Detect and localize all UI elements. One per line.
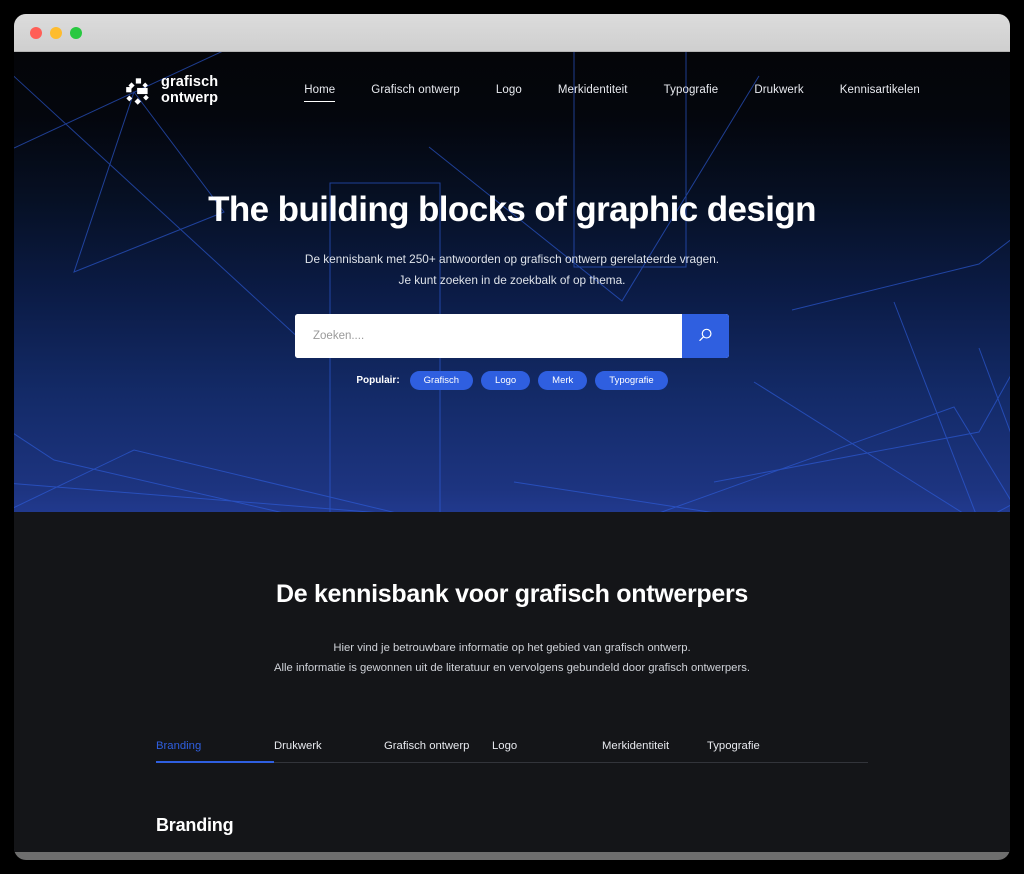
nav-item-typografie[interactable]: Typografie [664, 81, 719, 101]
knowledge-base-section: De kennisbank voor grafisch ontwerpers H… [14, 512, 1010, 852]
category-tabs: Branding Drukwerk Grafisch ontwerp Logo … [156, 740, 868, 764]
browser-window: grafisch ontwerp Home Grafisch ontwerp L… [14, 14, 1010, 860]
search-input[interactable] [295, 313, 682, 358]
close-window-button[interactable] [30, 26, 42, 39]
hero-subtitle: De kennisbank met 250+ antwoorden op gra… [14, 249, 1010, 290]
hero-content: The building blocks of graphic design De… [14, 130, 1010, 390]
popular-tag-logo[interactable]: Logo [481, 370, 531, 390]
knowledge-subtitle-line-2: Alle informatie is gewonnen uit de liter… [273, 662, 750, 675]
search-bar [295, 313, 729, 358]
knowledge-title: De kennisbank voor grafisch ontwerpers [275, 580, 749, 608]
popular-tag-merk[interactable]: Merk [538, 370, 588, 390]
maximize-window-button[interactable] [70, 26, 82, 39]
tab-drukwerk[interactable]: Drukwerk [274, 740, 384, 762]
minimize-window-button[interactable] [50, 26, 62, 39]
nav-item-kennisartikelen[interactable]: Kennisartikelen [840, 81, 920, 101]
hero-subtitle-line-2: Je kunt zoeken in de zoekbalk of op them… [398, 272, 626, 287]
hero-title: The building blocks of graphic design [208, 190, 816, 229]
popular-tag-typografie[interactable]: Typografie [595, 370, 668, 390]
article-panel: Branding Branding is het proces waarbij … [156, 763, 868, 852]
main-navigation: Home Grafisch ontwerp Logo Merkidentitei… [304, 81, 920, 102]
nav-item-logo[interactable]: Logo [496, 81, 522, 101]
traffic-light-controls [30, 26, 82, 39]
brand-wordmark: grafisch ontwerp [161, 75, 218, 106]
article-title: Branding [156, 815, 234, 836]
tab-logo[interactable]: Logo [492, 740, 602, 762]
site-header: grafisch ontwerp Home Grafisch ontwerp L… [14, 52, 1010, 130]
tab-typografie[interactable]: Typografie [707, 740, 868, 762]
search-icon [699, 329, 712, 342]
grafisch-ontwerp-logo-icon [126, 78, 149, 105]
tab-grafisch-ontwerp[interactable]: Grafisch ontwerp [384, 740, 492, 762]
nav-item-home[interactable]: Home [304, 81, 336, 102]
popular-tags-row: Populair: Grafisch Logo Merk Typografie [14, 370, 1010, 390]
window-titlebar [14, 14, 1010, 52]
tab-merkidentiteit[interactable]: Merkidentiteit [602, 740, 707, 762]
nav-item-drukwerk[interactable]: Drukwerk [754, 81, 803, 101]
search-submit-button[interactable] [682, 313, 729, 358]
knowledge-subtitle-line-1: Hier vind je betrouwbare informatie op h… [333, 642, 691, 654]
popular-tag-grafisch[interactable]: Grafisch [409, 370, 474, 390]
knowledge-subtitle: Hier vind je betrouwbare informatie op h… [14, 638, 1010, 678]
hero-section: grafisch ontwerp Home Grafisch ontwerp L… [14, 52, 1010, 512]
brand-logo-link[interactable]: grafisch ontwerp [124, 75, 218, 106]
brand-line-2: ontwerp [161, 90, 219, 106]
brand-line-1: grafisch [161, 74, 219, 91]
hero-subtitle-line-1: De kennisbank met 250+ antwoorden op gra… [304, 252, 720, 267]
popular-label: Populair: [356, 374, 400, 386]
nav-item-merkidentiteit[interactable]: Merkidentiteit [558, 81, 628, 101]
nav-item-grafisch-ontwerp[interactable]: Grafisch ontwerp [371, 81, 460, 101]
tab-branding[interactable]: Branding [156, 740, 274, 764]
page-viewport: grafisch ontwerp Home Grafisch ontwerp L… [14, 52, 1010, 852]
